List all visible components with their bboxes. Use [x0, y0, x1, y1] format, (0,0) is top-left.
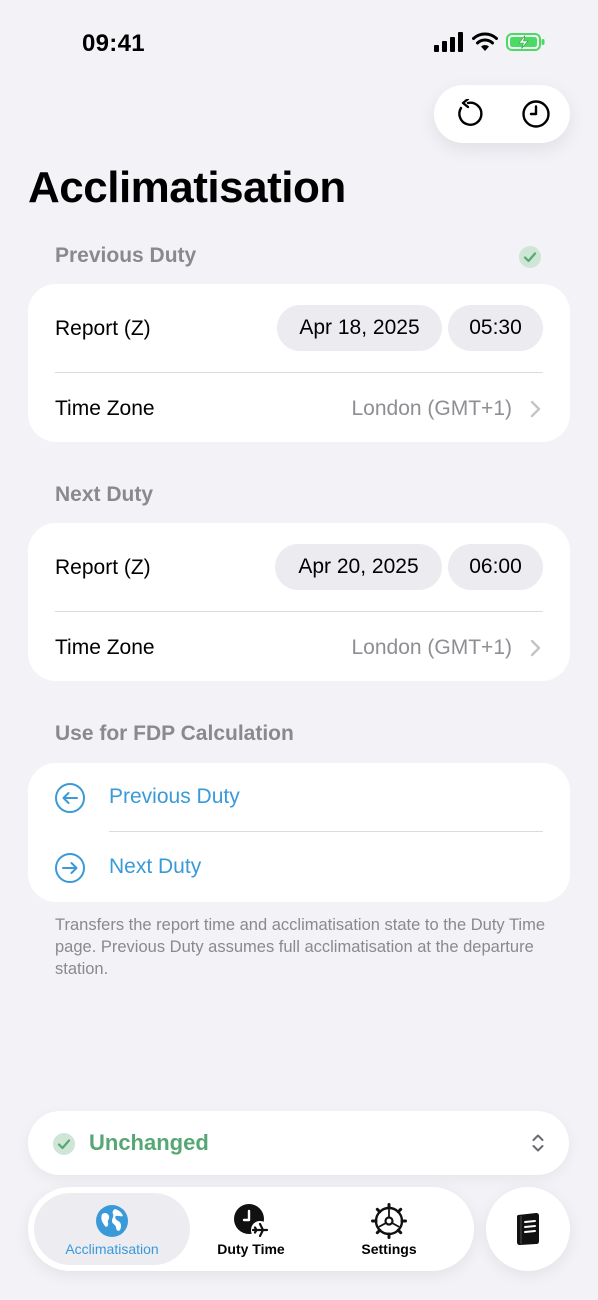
divider [109, 831, 543, 832]
reset-button[interactable] [451, 97, 485, 131]
divider [55, 372, 543, 373]
tab-settings[interactable]: Settings [311, 1193, 467, 1265]
status-time: 09:41 [82, 30, 145, 57]
chevron-up-down-icon [532, 1134, 544, 1152]
tab-duty-time[interactable]: Duty Time [173, 1193, 329, 1265]
arrow-left-circle-icon [55, 783, 85, 813]
previous-timezone-label: Time Zone [55, 397, 155, 420]
top-action-pill [434, 85, 570, 143]
tab-bar: Acclimatisation Duty Time Settings [28, 1187, 474, 1271]
book-icon [517, 1213, 539, 1245]
status-label: Unchanged [89, 1130, 209, 1155]
battery-charging-icon [506, 33, 545, 51]
divider [55, 611, 543, 612]
next-duty-action-label: Next Duty [109, 855, 202, 878]
tab-acclimatisation[interactable]: Acclimatisation [34, 1193, 190, 1265]
check-circle-icon [519, 246, 541, 268]
previous-report-label: Report (Z) [55, 317, 151, 340]
previous-timezone-value: London (GMT+1) [351, 397, 513, 420]
check-circle-icon [53, 1133, 75, 1155]
previous-duty-action-label: Previous Duty [109, 785, 240, 808]
previous-report-date[interactable]: Apr 18, 2025 [277, 305, 442, 351]
tab-label: Acclimatisation [65, 1241, 159, 1257]
next-report-date[interactable]: Apr 20, 2025 [275, 544, 442, 590]
next-duty-card: Report (Z) Apr 20, 2025 06:00 Time Zone … [28, 523, 570, 681]
next-duty-header: Next Duty [55, 483, 154, 506]
counterclockwise-arrow-icon [458, 99, 483, 126]
previous-duty-card: Report (Z) Apr 18, 2025 05:30 Time Zone … [28, 284, 570, 442]
page-title: Acclimatisation [28, 163, 346, 212]
status-icons [434, 32, 546, 52]
cellular-signal-icon [434, 32, 463, 52]
fdp-card: Previous Duty Next Duty [28, 763, 570, 902]
chevron-right-icon [530, 400, 541, 418]
gear-icon [371, 1203, 407, 1239]
clock-icon [522, 100, 550, 128]
clock-plane-icon [234, 1204, 269, 1239]
status-selector[interactable]: Unchanged [28, 1111, 569, 1175]
next-report-label: Report (Z) [55, 556, 151, 579]
previous-duty-header: Previous Duty [55, 244, 197, 267]
fdp-footnote: Transfers the report time and acclimatis… [55, 916, 546, 978]
next-report-time[interactable]: 06:00 [448, 544, 543, 590]
fdp-header: Use for FDP Calculation [55, 722, 294, 745]
arrow-right-circle-icon [55, 853, 85, 883]
wifi-icon [472, 32, 498, 51]
chevron-right-icon [530, 639, 541, 657]
next-timezone-value: London (GMT+1) [351, 636, 513, 659]
next-timezone-label: Time Zone [55, 636, 155, 659]
globe-icon [96, 1205, 128, 1237]
document-button[interactable] [486, 1187, 570, 1271]
history-button[interactable] [519, 97, 553, 131]
previous-report-time[interactable]: 05:30 [448, 305, 543, 351]
tab-label: Settings [361, 1241, 417, 1257]
tab-label: Duty Time [217, 1241, 285, 1257]
